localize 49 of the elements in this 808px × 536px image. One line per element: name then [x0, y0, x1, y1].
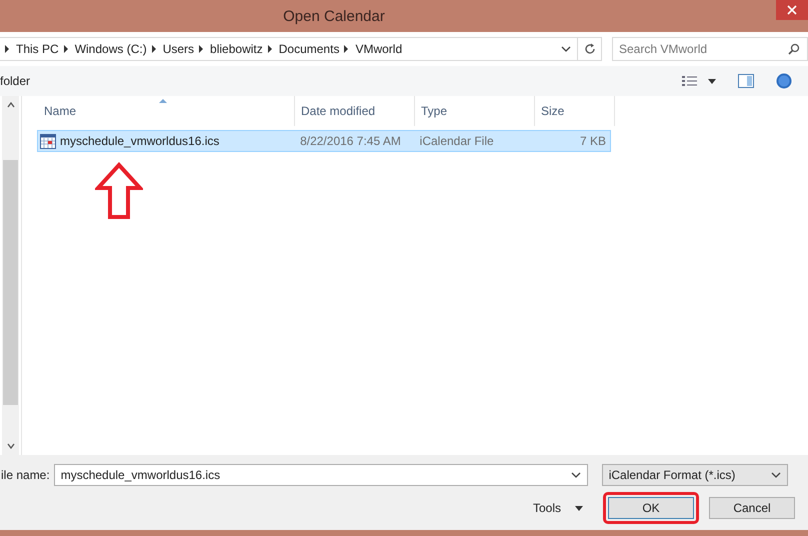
scroll-down-icon[interactable] [6, 443, 14, 449]
column-header[interactable]: Type [415, 96, 535, 126]
search-field[interactable]: Search VMworld [612, 37, 808, 61]
breadcrumb[interactable]: Documents [278, 42, 340, 56]
ok-button[interactable]: OK [608, 497, 694, 519]
tools-button[interactable]: Tools [533, 501, 562, 515]
chevron-icon [343, 45, 350, 53]
close-icon [787, 5, 797, 15]
preview-pane-icon[interactable] [738, 74, 754, 88]
search-icon [788, 43, 800, 55]
caret-icon[interactable] [575, 506, 584, 510]
chevron-icon [4, 45, 10, 53]
file-name-label: ile name: [1, 468, 50, 482]
dropdown-icon [570, 471, 581, 479]
window-title: Open Calendar [283, 8, 385, 24]
column-header[interactable]: Size [535, 96, 615, 126]
chevron-icon [62, 45, 69, 53]
view-list-icon[interactable] [682, 75, 698, 87]
refresh-icon [584, 43, 596, 55]
scrollbar-thumb[interactable] [3, 160, 18, 405]
arrow-drawing [95, 162, 143, 220]
breadcrumb[interactable]: VMworld [355, 42, 402, 56]
table-cell-text: 7 KB [578, 134, 607, 148]
column-header[interactable]: Date modified [295, 96, 415, 126]
breadcrumb[interactable]: This PC [16, 42, 59, 56]
chevron-icon [198, 45, 204, 53]
new-folder-button[interactable]: folder [0, 74, 30, 88]
breadcrumb[interactable]: Users [162, 42, 194, 56]
close-button[interactable] [776, 0, 808, 20]
file-type-dropdown[interactable]: iCalendar Format (*.ics) [602, 464, 788, 486]
dropdown-icon[interactable] [561, 45, 572, 53]
table-cell-text: iCalendar File [418, 134, 495, 148]
address-bar[interactable]: This PC Windows (C:) Users bliebowitz Documents VMworld [0, 37, 578, 61]
cancel-button[interactable]: Cancel [709, 497, 796, 519]
scroll-up-icon[interactable] [6, 102, 14, 108]
breadcrumb[interactable]: bliebowitz [210, 42, 263, 56]
caret-icon[interactable] [708, 78, 716, 84]
calendar-icon [40, 133, 56, 149]
dropdown-icon [770, 471, 781, 479]
breadcrumb[interactable]: Windows (C:) [74, 42, 147, 56]
file-name-field[interactable]: myschedule_vmworldus16.ics [54, 464, 588, 486]
table-cell-text: 8/22/2016 7:45 AM [299, 134, 402, 148]
refresh-button[interactable] [578, 37, 602, 61]
file-row[interactable]: myschedule_vmworldus16.ics 8/22/2016 7:45 AM iCalendar File 7 KB [37, 130, 611, 152]
scrollbar[interactable] [2, 96, 19, 455]
chevron-icon [266, 45, 273, 53]
chevron-icon [150, 45, 157, 53]
file-name: myschedule_vmworldus16.ics [60, 134, 220, 148]
sort-icon [159, 99, 167, 103]
